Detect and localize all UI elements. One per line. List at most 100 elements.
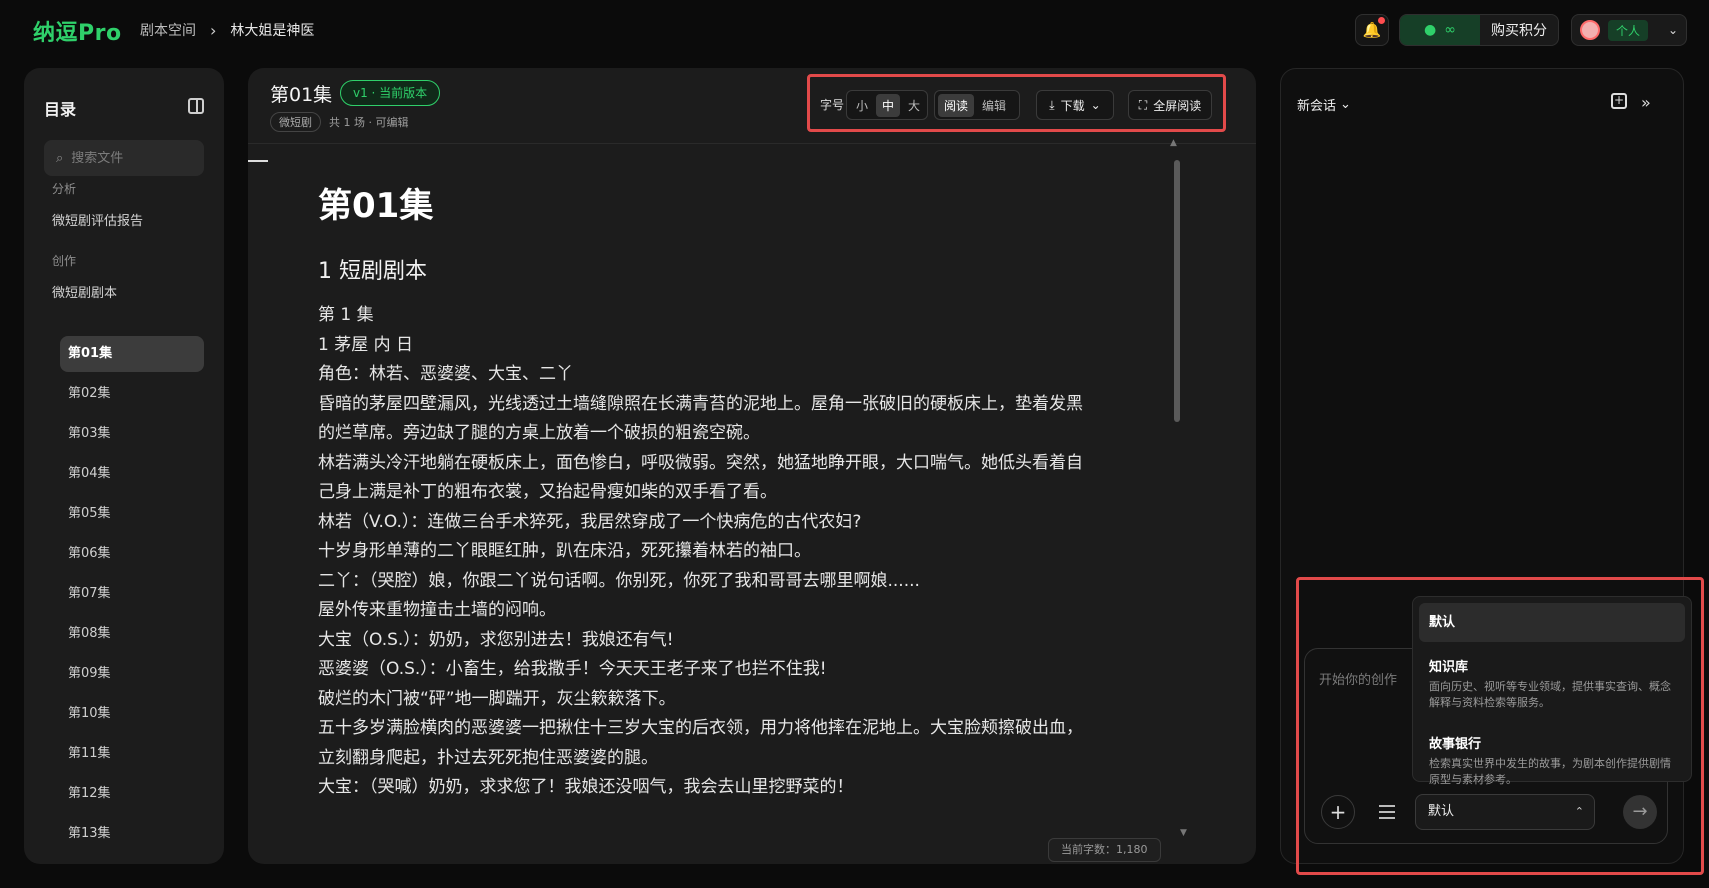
script-line: 恶婆婆（O.S.）：小畜生，给我撒手！今天天王老子来了也拦不住我! <box>318 659 827 679</box>
word-count-badge: 当前字数：1,180 <box>1048 838 1161 862</box>
script-line: 第 1 集 <box>318 305 374 325</box>
fullscreen-read-button[interactable]: ⛶ 全屏阅读 <box>1128 90 1212 120</box>
mode-read[interactable]: 阅读 <box>938 93 975 117</box>
credits-balance: ● ∞ <box>1400 15 1480 45</box>
section-create: 创作 <box>52 254 77 268</box>
document-title: 第01集 <box>270 84 333 106</box>
mode-selector: 阅读 编辑 <box>934 90 1020 120</box>
search-icon: ⌕ <box>56 150 64 166</box>
mode-option-title: 默认 <box>1429 615 1456 630</box>
document-meta: 微短剧 共 1 场 · 可编辑 <box>270 112 408 132</box>
bell-icon: 🔔 <box>1362 21 1382 39</box>
mode-option-title: 故事银行 <box>1429 737 1482 752</box>
user-menu[interactable]: 个人 ⌄ <box>1571 14 1687 46</box>
mode-option[interactable]: 默认 <box>1419 603 1685 642</box>
fullscreen-icon: ⛶ <box>1138 97 1148 112</box>
script-line: 五十多岁满脸横肉的恶婆婆一把揪住十三岁大宝的后衣领，用力将他摔在泥地上。大宝脸颊… <box>318 718 1083 768</box>
mode-dropdown: 默认知识库面向历史、视听等专业领域，提供事实查询、概念解释与资料检索等服务。故事… <box>1412 596 1692 786</box>
chevron-down-icon: ⌄ <box>1090 98 1101 112</box>
scroll-down-icon[interactable]: ▼ <box>1180 828 1187 838</box>
mode-option[interactable]: 知识库面向历史、视听等专业领域，提供事实查询、概念解释与资料检索等服务。 <box>1419 648 1685 719</box>
script-body: 第 1 集 1 茅屋 内 日角色：林若、恶婆婆、大宝、二丫 昏暗的茅屋四壁漏风，光线… <box>318 301 1088 803</box>
sidebar-item-episode[interactable]: 第05集 <box>60 496 204 532</box>
chevron-up-icon: ⌃ <box>1574 805 1584 818</box>
script-line: 大宝（O.S.）：奶奶，求您别进去！我娘还有气! <box>318 629 674 650</box>
mode-option[interactable]: 故事银行 检索真实世界中发生的故事，为剧本创作提供剧情原型与素材参考。 <box>1419 725 1685 796</box>
chat-actions: + » <box>1611 93 1651 112</box>
mode-edit[interactable]: 编辑 <box>976 94 1012 117</box>
font-size-selector: 小 中 大 <box>846 90 928 120</box>
header-divider <box>248 143 1256 144</box>
document-panel: 第01集 v1 · 当前版本 微短剧 共 1 场 · 可编辑 字号 小 中 大 … <box>248 68 1256 864</box>
notification-button[interactable]: 🔔 <box>1355 14 1389 46</box>
font-size-label: 字号 <box>820 98 845 112</box>
scrollbar-thumb[interactable] <box>1174 160 1180 422</box>
sidebar-item-script[interactable]: 微短剧剧本 <box>52 282 117 301</box>
sidebar-item-episode[interactable]: 第01集 <box>60 336 204 372</box>
sidebar-item-episode[interactable]: 第08集 <box>60 616 204 652</box>
directory-sidebar: 目录 ⌕ 分析 微短剧评估报告 创作 微短剧剧本 第01集第02集第03集第04… <box>24 68 224 864</box>
sidebar-item-evaluation-report[interactable]: 微短剧评估报告 <box>52 210 143 229</box>
document-toolbar: 字号 小 中 大 阅读 编辑 ⤓ 下载 ⌄ ⛶ 全屏阅读 <box>807 74 1226 132</box>
mode-option-title: 知识库 <box>1429 660 1469 675</box>
episode-list: 第01集第02集第03集第04集第05集第06集第07集第08集第09集第10集… <box>60 336 204 856</box>
session-selector[interactable]: 新会话 ⌄ <box>1297 95 1351 114</box>
script-line: 屋外传来重物撞击土墙的闷响。 <box>318 600 556 620</box>
download-button[interactable]: ⤓ 下载 ⌄ <box>1036 90 1114 120</box>
buy-credits-button[interactable]: 购买积分 <box>1480 20 1558 40</box>
script-line: 林若满头冷汗地躺在硬板床上，面色惨白，呼吸微弱。突然，她猛地睁开眼，大口喘气。她… <box>318 452 1083 503</box>
script-line: 1 茅屋 内 日 <box>318 334 414 355</box>
script-section-title: 1 短剧剧本 <box>318 259 427 284</box>
search-box[interactable]: ⌕ <box>44 140 204 176</box>
credits-widget[interactable]: ● ∞ 购买积分 <box>1399 14 1559 46</box>
chat-input[interactable] <box>1319 669 1419 699</box>
account-type-badge: 个人 <box>1608 19 1649 41</box>
app-logo[interactable]: 纳逗Pro <box>33 15 122 47</box>
send-button[interactable]: → <box>1623 795 1657 829</box>
version-badge[interactable]: v1 · 当前版本 <box>340 80 441 106</box>
breadcrumb-item-project[interactable]: 林大姐是神医 <box>230 20 314 40</box>
sidebar-item-episode[interactable]: 第09集 <box>60 656 204 692</box>
collapse-panel-icon[interactable]: » <box>1641 93 1651 112</box>
chevron-right-icon: › <box>210 20 217 40</box>
sidebar-item-episode[interactable]: 第03集 <box>60 416 204 452</box>
download-label: 下载 <box>1060 98 1085 113</box>
sidebar-item-episode[interactable]: 第13集 <box>60 816 204 852</box>
notification-dot <box>1378 17 1385 24</box>
document-meta-text: 共 1 场 · 可编辑 <box>329 116 409 129</box>
font-size-large[interactable]: 大 <box>902 94 926 117</box>
sidebar-item-episode[interactable]: 第06集 <box>60 536 204 572</box>
script-content[interactable]: 第01集 1 短剧剧本 第 1 集 1 茅屋 内 日角色：林若、恶婆婆、大宝、二丫… <box>318 178 1088 803</box>
outline-toggle-icon[interactable] <box>248 160 268 162</box>
sidebar-item-episode[interactable]: 第07集 <box>60 576 204 612</box>
script-heading: 第01集 <box>318 186 434 226</box>
chevron-down-icon: ⌄ <box>1340 97 1351 112</box>
search-input[interactable] <box>71 150 182 166</box>
font-size-small[interactable]: 小 <box>850 94 874 117</box>
script-line: 二丫：（哭腔）娘，你跟二丫说句话啊。你别死，你死了我和哥哥去哪里啊娘...... <box>318 570 920 591</box>
script-line: 昏暗的茅屋四壁漏风，光线透过土墙缝隙照在长满青苔的泥地上。屋角一张破旧的硬板床上… <box>318 393 1083 444</box>
mode-select-value: 默认 <box>1428 804 1455 819</box>
new-chat-icon[interactable]: + <box>1611 93 1627 109</box>
script-line: 林若（V.O.）：连做三台手术猝死，我居然穿成了一个快病危的古代农妇? <box>318 511 862 532</box>
avatar <box>1580 20 1600 40</box>
settings-sliders-icon[interactable] <box>1379 805 1395 819</box>
sidebar-item-episode[interactable]: 第12集 <box>60 776 204 812</box>
credits-value: ∞ <box>1444 22 1456 38</box>
sidebar-item-episode[interactable]: 第02集 <box>60 376 204 412</box>
sidebar-item-episode[interactable]: 第11集 <box>60 736 204 772</box>
genre-tag: 微短剧 <box>270 112 321 132</box>
mode-option-description: 面向历史、视听等专业领域，提供事实查询、概念解释与资料检索等服务。 <box>1429 680 1671 709</box>
add-attachment-button[interactable]: + <box>1321 795 1355 829</box>
scroll-up-icon[interactable]: ▲ <box>1170 138 1177 148</box>
chevron-down-icon: ⌄ <box>1667 23 1678 37</box>
breadcrumb-item-space[interactable]: 剧本空间 <box>140 20 196 40</box>
top-bar: 纳逗Pro 剧本空间 › 林大姐是神医 🔔 ● ∞ 购买积分 个人 ⌄ <box>0 0 1709 60</box>
font-size-medium[interactable]: 中 <box>876 93 901 117</box>
sidebar-toggle-icon[interactable] <box>188 98 204 114</box>
sidebar-item-episode[interactable]: 第04集 <box>60 456 204 492</box>
script-line: 破烂的木门被“砰”地一脚踹开，灰尘簌簌落下。 <box>318 688 676 709</box>
sidebar-item-episode[interactable]: 第10集 <box>60 696 204 732</box>
session-label: 新会话 <box>1297 99 1337 114</box>
mode-select[interactable]: 默认 ⌃ <box>1415 794 1595 830</box>
